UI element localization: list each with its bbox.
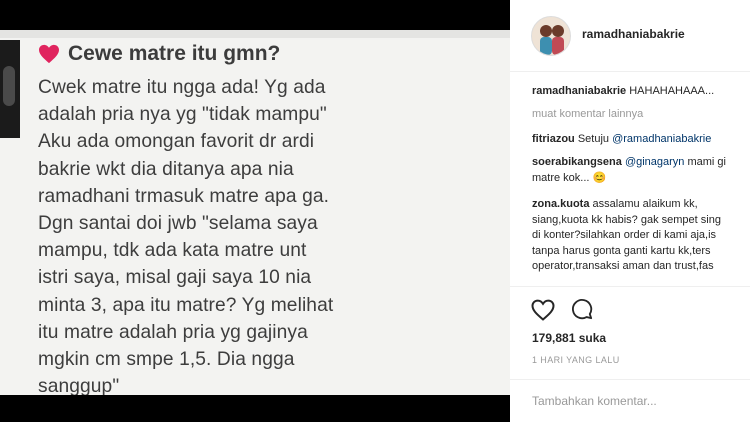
answer-line: itu matre adalah pria yg gajinya <box>38 321 308 343</box>
post-image: Cewe matre itu gmn? Cwek matre itu ngga … <box>0 30 510 395</box>
avatar[interactable] <box>531 16 571 56</box>
add-comment-input[interactable] <box>532 394 732 408</box>
speech-bubble-icon[interactable] <box>571 298 593 320</box>
add-comment-bar <box>510 379 750 422</box>
load-more-comments-link[interactable]: muat komentar lainnya <box>532 108 643 120</box>
comment-item: soerabikangsena @ginagaryn mami gi matre… <box>532 155 750 186</box>
post-header: ramadhaniabakrie <box>510 0 750 72</box>
comment-username[interactable]: fitriazou <box>532 133 575 145</box>
image-left-avatar-crop <box>0 40 20 138</box>
comment-username[interactable]: ramadhaniabakrie <box>532 85 626 97</box>
comment-mention[interactable]: @ramadhaniabakrie <box>612 133 711 145</box>
comment-username[interactable]: zona.kuota <box>532 198 589 210</box>
comment-mention[interactable]: @ginagaryn <box>625 156 684 168</box>
comment-item: fitriazou Setuju @ramadhaniabakrie <box>532 132 711 148</box>
comment-text: tanpa harus gonta ganti kartu kk,ters <box>532 244 711 257</box>
comment-item: zona.kuota assalamu alaikum kk, siang,ku… <box>532 197 750 275</box>
comment-text: matre kok... 😊 <box>532 171 607 184</box>
header-username[interactable]: ramadhaniabakrie <box>582 27 685 41</box>
like-count[interactable]: 179,881 suka <box>532 331 606 345</box>
answer-line: bakrie wkt dia ditanya apa nia <box>38 158 294 180</box>
answer-line: Aku ada omongan favorit dr ardi <box>38 131 315 153</box>
avatar-image <box>532 17 570 55</box>
post-media: Cewe matre itu gmn? Cwek matre itu ngga … <box>0 0 510 422</box>
heart-outline-icon[interactable] <box>531 299 555 321</box>
comment-text: di konter?silahkan order di kami aja,is <box>532 229 717 241</box>
answer-line: minta 3, apa itu matre? Yg melihat <box>38 294 334 316</box>
comment-text: HAHAHAHAAA... <box>629 85 715 97</box>
image-top-band <box>0 30 510 38</box>
comment-text: mami gi <box>684 156 726 168</box>
post-timestamp: 1 HARI YANG LALU <box>532 355 620 365</box>
answer-line: Cwek matre itu ngga ada! Yg ada <box>38 77 326 98</box>
comment-text: siang,kuota kk habis? gak sempet sing <box>532 213 721 226</box>
comment-text: operator,transaksi aman dan trust,fas <box>532 260 714 272</box>
answer-line: Dgn santai doi jwb "selama saya <box>38 213 318 235</box>
comment-text: Setuju <box>577 133 613 145</box>
answer-line: adalah pria nya yg "tidak mampu" <box>38 104 327 126</box>
answer-line: sanggup" <box>38 376 120 395</box>
post-sidebar: ramadhaniabakrie ramadhaniabakrie HAHAHA… <box>510 0 750 422</box>
answer-line: mgkin cm smpe 1,5. Dia ngga <box>38 349 295 371</box>
post-actions: 179,881 suka 1 HARI YANG LALU <box>510 286 750 422</box>
question-title-text: Cewe matre itu gmn? <box>68 42 281 65</box>
answer-line: mampu, tdk ada kata matre unt <box>38 240 307 262</box>
comment-username[interactable]: soerabikangsena <box>532 156 622 168</box>
answer-line: istri saya, misal gaji saya 10 nia <box>38 267 312 289</box>
heart-icon <box>39 44 59 64</box>
caption-comment: ramadhaniabakrie HAHAHAHAAA... <box>532 84 714 100</box>
answer-text: Cwek matre itu ngga ada! Yg ada adalah p… <box>38 74 504 395</box>
answer-line: ramadhani trmasuk matre apa ga. <box>38 185 330 207</box>
comment-text: assalamu alaikum kk, <box>592 198 698 210</box>
question-title: Cewe matre itu gmn? <box>38 42 280 66</box>
